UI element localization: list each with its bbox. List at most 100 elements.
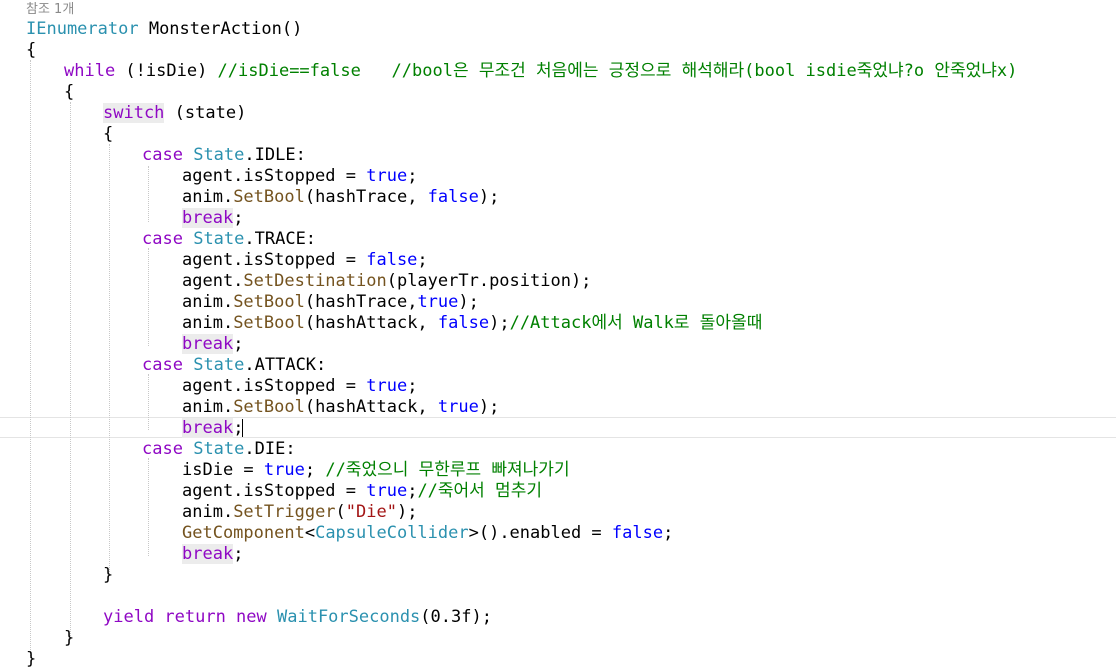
- code-text: );: [458, 292, 479, 312]
- state-type: State: [193, 355, 245, 375]
- method-call: GetComponent: [182, 523, 305, 543]
- false-literal: false: [437, 313, 490, 333]
- indent-guide: [109, 144, 110, 574]
- type-name: WaitForSeconds: [277, 607, 421, 627]
- case-keyword: case: [142, 355, 183, 375]
- code-text: );: [489, 313, 510, 333]
- code-line: agent.isStopped = true;: [182, 166, 417, 187]
- brace: {: [103, 124, 114, 144]
- brace: {: [26, 40, 37, 60]
- code-text: >().enabled =: [468, 523, 612, 543]
- code-line: anim.SetBool(hashTrace,true);: [182, 292, 479, 313]
- comment: //죽었으니 무한루프 빠져나가기: [315, 460, 570, 480]
- while-keyword: while: [64, 61, 116, 81]
- code-line-yield: yield return new WaitForSeconds(0.3f);: [103, 607, 492, 628]
- code-line: }: [103, 565, 113, 586]
- yield-keywords: yield return new: [103, 607, 277, 627]
- code-line-case-die: case State.DIE:: [142, 439, 296, 460]
- code-text: anim.: [182, 502, 234, 522]
- method-call: SetBool: [233, 313, 305, 333]
- code-text: isDie =: [182, 460, 264, 480]
- code-line: agent.isStopped = false;: [182, 250, 428, 271]
- true-literal: true: [263, 460, 305, 480]
- brace: {: [64, 82, 75, 102]
- comment: //Attack에서 Walk로 돌아올때: [509, 313, 763, 333]
- string-literal: "Die": [345, 502, 397, 522]
- method-call: SetBool: [233, 397, 305, 417]
- code-line: agent.SetDestination(playerTr.position);: [182, 271, 591, 292]
- semicolon: ;: [233, 208, 244, 228]
- code-line-current: break;: [182, 418, 243, 439]
- while-condition: (!isDie): [115, 61, 218, 81]
- code-line-case-trace: case State.TRACE:: [142, 229, 316, 250]
- indent-guide: [30, 60, 31, 658]
- semicolon: ;: [407, 481, 418, 501]
- code-line: agent.isStopped = true;: [182, 376, 417, 397]
- code-text: agent.isStopped =: [182, 481, 367, 501]
- code-line-case-attack: case State.ATTACK:: [142, 355, 326, 376]
- code-line: break;: [182, 544, 243, 565]
- code-text: <: [304, 523, 316, 543]
- method-name: MonsterAction(): [138, 19, 303, 39]
- code-text: agent.isStopped =: [182, 166, 367, 186]
- code-line: {: [103, 124, 113, 145]
- true-literal: true: [366, 481, 408, 501]
- current-line-highlight: [0, 417, 1116, 438]
- true-literal: true: [437, 397, 479, 417]
- code-line: break;: [182, 208, 243, 229]
- code-line: {: [64, 82, 74, 103]
- indent-guide: [148, 166, 149, 222]
- code-line: GetComponent<CapsuleCollider>().enabled …: [182, 523, 673, 544]
- code-line: }: [26, 649, 36, 670]
- state-type: State: [193, 229, 245, 249]
- code-line: anim.SetBool(hashAttack, true);: [182, 397, 499, 418]
- code-text: (hashAttack,: [304, 313, 438, 333]
- true-literal: true: [366, 166, 408, 186]
- indent-guide: [70, 102, 71, 640]
- code-line: }: [64, 628, 74, 649]
- code-text: (: [335, 502, 346, 522]
- indent-guide: [148, 458, 149, 556]
- text-caret: [242, 419, 243, 437]
- code-text: );: [478, 397, 500, 417]
- comment: //죽어서 멈추기: [417, 481, 542, 501]
- semicolon: ;: [233, 334, 244, 354]
- code-text: agent.isStopped =: [182, 250, 367, 270]
- code-line: anim.SetBool(hashAttack, false);//Attack…: [182, 313, 762, 334]
- indent-guide: [148, 374, 149, 430]
- brace: }: [64, 628, 75, 648]
- case-keyword: case: [142, 145, 183, 165]
- semicolon: ;: [663, 523, 674, 543]
- enum-member: .TRACE:: [244, 229, 317, 249]
- method-call: SetBool: [233, 292, 305, 312]
- true-literal: true: [366, 376, 408, 396]
- code-text: );: [478, 187, 500, 207]
- code-line-while: while (!isDie) //isDie==false //bool은 무조…: [64, 61, 1017, 82]
- comment: //isDie==false //bool은 무조건 처음에는 긍정으로 해석해…: [217, 61, 1018, 81]
- type-name: CapsuleCollider: [315, 523, 469, 543]
- semicolon: ;: [417, 250, 428, 270]
- code-text: anim.: [182, 313, 234, 333]
- code-text: (hashAttack,: [304, 397, 438, 417]
- code-editor[interactable]: 참조 1개 IEnumerator MonsterAction() { whil…: [0, 0, 1116, 670]
- break-keyword: break: [182, 544, 234, 564]
- false-literal: false: [366, 250, 418, 270]
- method-call: SetTrigger: [233, 502, 336, 522]
- method-call: SetDestination: [243, 271, 387, 291]
- code-line-switch: switch (state): [103, 103, 246, 124]
- break-keyword: break: [182, 334, 234, 354]
- semicolon: ;: [304, 460, 316, 480]
- semicolon: ;: [233, 544, 244, 564]
- code-line: agent.isStopped = true;//죽어서 멈추기: [182, 481, 542, 502]
- code-line: anim.SetTrigger("Die");: [182, 502, 417, 523]
- brace: }: [103, 565, 114, 585]
- code-line-case-idle: case State.IDLE:: [142, 145, 306, 166]
- break-keyword: break: [182, 418, 234, 438]
- switch-expr: (state): [164, 103, 247, 123]
- reference-count-hint[interactable]: 참조 1개: [26, 2, 74, 18]
- code-text: anim.: [182, 292, 234, 312]
- indent-guide: [148, 248, 149, 346]
- code-text: anim.: [182, 187, 234, 207]
- false-literal: false: [611, 523, 664, 543]
- semicolon: ;: [407, 166, 418, 186]
